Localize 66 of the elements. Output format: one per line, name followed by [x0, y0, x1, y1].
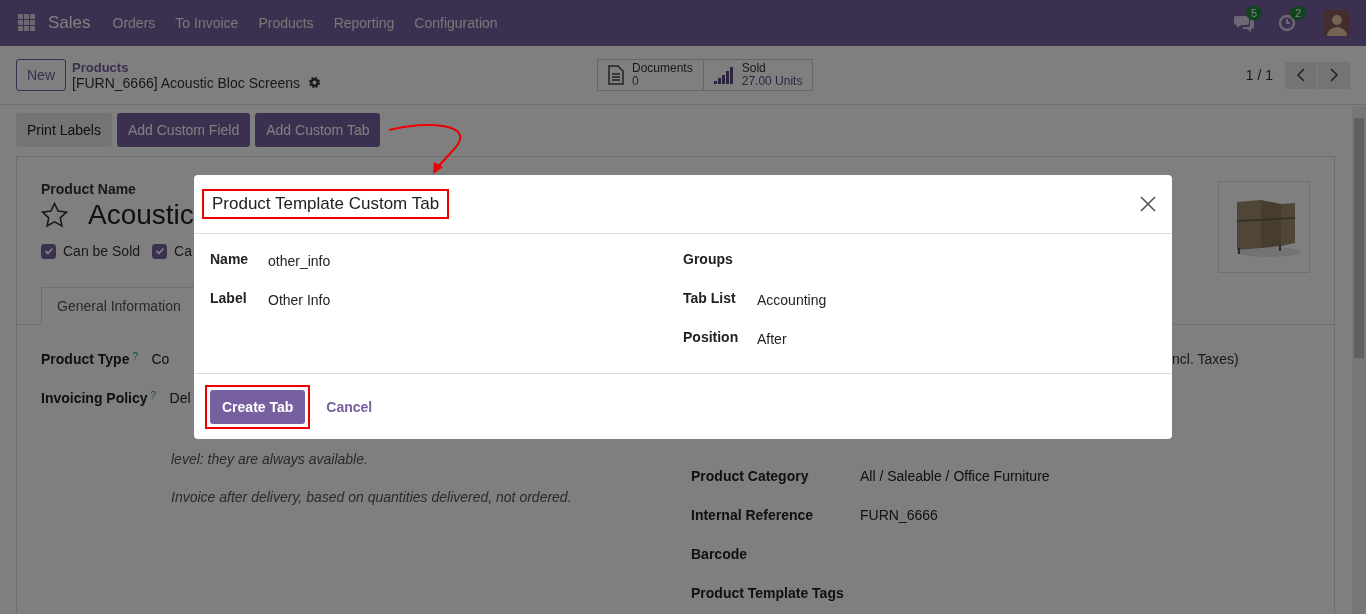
clock-icon[interactable]: [1278, 14, 1296, 32]
help-note: level: they are always available.: [171, 450, 369, 469]
apps-menu-icon[interactable]: [18, 14, 36, 32]
field-label: Invoicing Policy: [41, 390, 148, 406]
menu-item[interactable]: Orders: [112, 15, 156, 31]
field-label: Position: [683, 329, 740, 345]
new-button[interactable]: New: [16, 59, 66, 91]
field-label: Internal Reference: [691, 507, 815, 525]
dialog-title: Product Template Custom Tab: [202, 189, 450, 219]
menu-item[interactable]: To Invoice: [175, 15, 239, 31]
field-value[interactable]: Other Info: [268, 290, 331, 308]
field-value: All / Saleable / Office Furniture: [860, 468, 1050, 486]
field-value[interactable]: After: [757, 329, 787, 347]
record-title: [FURN_6666] Acoustic Bloc Screens: [72, 74, 300, 91]
action-button[interactable]: Add Custom Field: [116, 113, 251, 147]
document-icon: [608, 65, 624, 85]
smart-button[interactable]: Sold 27.00 Units: [703, 59, 814, 91]
checkbox-label: Can be Sold: [63, 243, 141, 259]
checkmark-icon: [154, 246, 165, 256]
help-note: Invoice after delivery, based on quantities delivered, not ordered.: [171, 488, 573, 507]
scrollbar[interactable]: [1352, 106, 1366, 614]
field-value[interactable]: Accounting: [757, 290, 827, 308]
field-value: Co: [151, 351, 170, 367]
field-label: Product Template Tags: [691, 585, 845, 603]
menu-item[interactable]: Products: [258, 15, 314, 31]
bar-chart-icon: [713, 66, 734, 84]
close-icon[interactable]: [1140, 196, 1156, 212]
field-value: ncl. Taxes): [1172, 351, 1239, 369]
chevron-left-icon: [1296, 68, 1306, 82]
field-label: Name: [210, 251, 250, 267]
help-tooltip-icon[interactable]: ?: [150, 390, 170, 401]
product-name: Acoustic: [88, 199, 194, 231]
field-value[interactable]: other_info: [268, 251, 331, 269]
field-label: Groups: [683, 251, 734, 267]
previous-button[interactable]: [1285, 61, 1317, 89]
field-label: Tab List: [683, 290, 737, 306]
smart-button[interactable]: Documents 0: [597, 59, 704, 91]
checkbox[interactable]: [41, 243, 56, 259]
dialog-button[interactable]: Cancel: [318, 390, 381, 423]
field-label: Barcode: [691, 546, 749, 564]
app-name[interactable]: Sales: [48, 13, 91, 33]
action-button[interactable]: Print Labels: [16, 113, 112, 147]
help-tooltip-icon[interactable]: ?: [132, 351, 152, 362]
count-badge: 5: [1246, 6, 1263, 20]
gear-icon[interactable]: [308, 76, 321, 89]
field-label: Product Category: [691, 468, 810, 486]
tab[interactable]: General Information: [41, 287, 197, 325]
pager-counter: 1 / 1: [1245, 67, 1273, 83]
dialog-button[interactable]: Create Tab: [210, 389, 306, 424]
field-label: Label: [210, 290, 248, 306]
action-button[interactable]: Add Custom Tab: [255, 113, 381, 147]
menu-item[interactable]: Configuration: [414, 15, 498, 31]
next-button[interactable]: [1318, 61, 1350, 89]
field-value: FURN_6666: [860, 507, 938, 525]
field-value: Del: [169, 390, 191, 406]
checkmark-icon: [43, 246, 54, 256]
avatar[interactable]: [1324, 10, 1350, 36]
checkbox-label: Ca: [174, 243, 192, 259]
field-label: Product Type: [41, 351, 130, 367]
breadcrumb-link[interactable]: Products: [72, 59, 321, 75]
field-label: Product Name: [41, 181, 136, 197]
checkbox[interactable]: [152, 243, 168, 259]
menu-item[interactable]: Reporting: [333, 15, 395, 31]
star-icon[interactable]: [41, 202, 68, 228]
chevron-right-icon: [1329, 68, 1339, 82]
count-badge: 2: [1290, 6, 1307, 20]
